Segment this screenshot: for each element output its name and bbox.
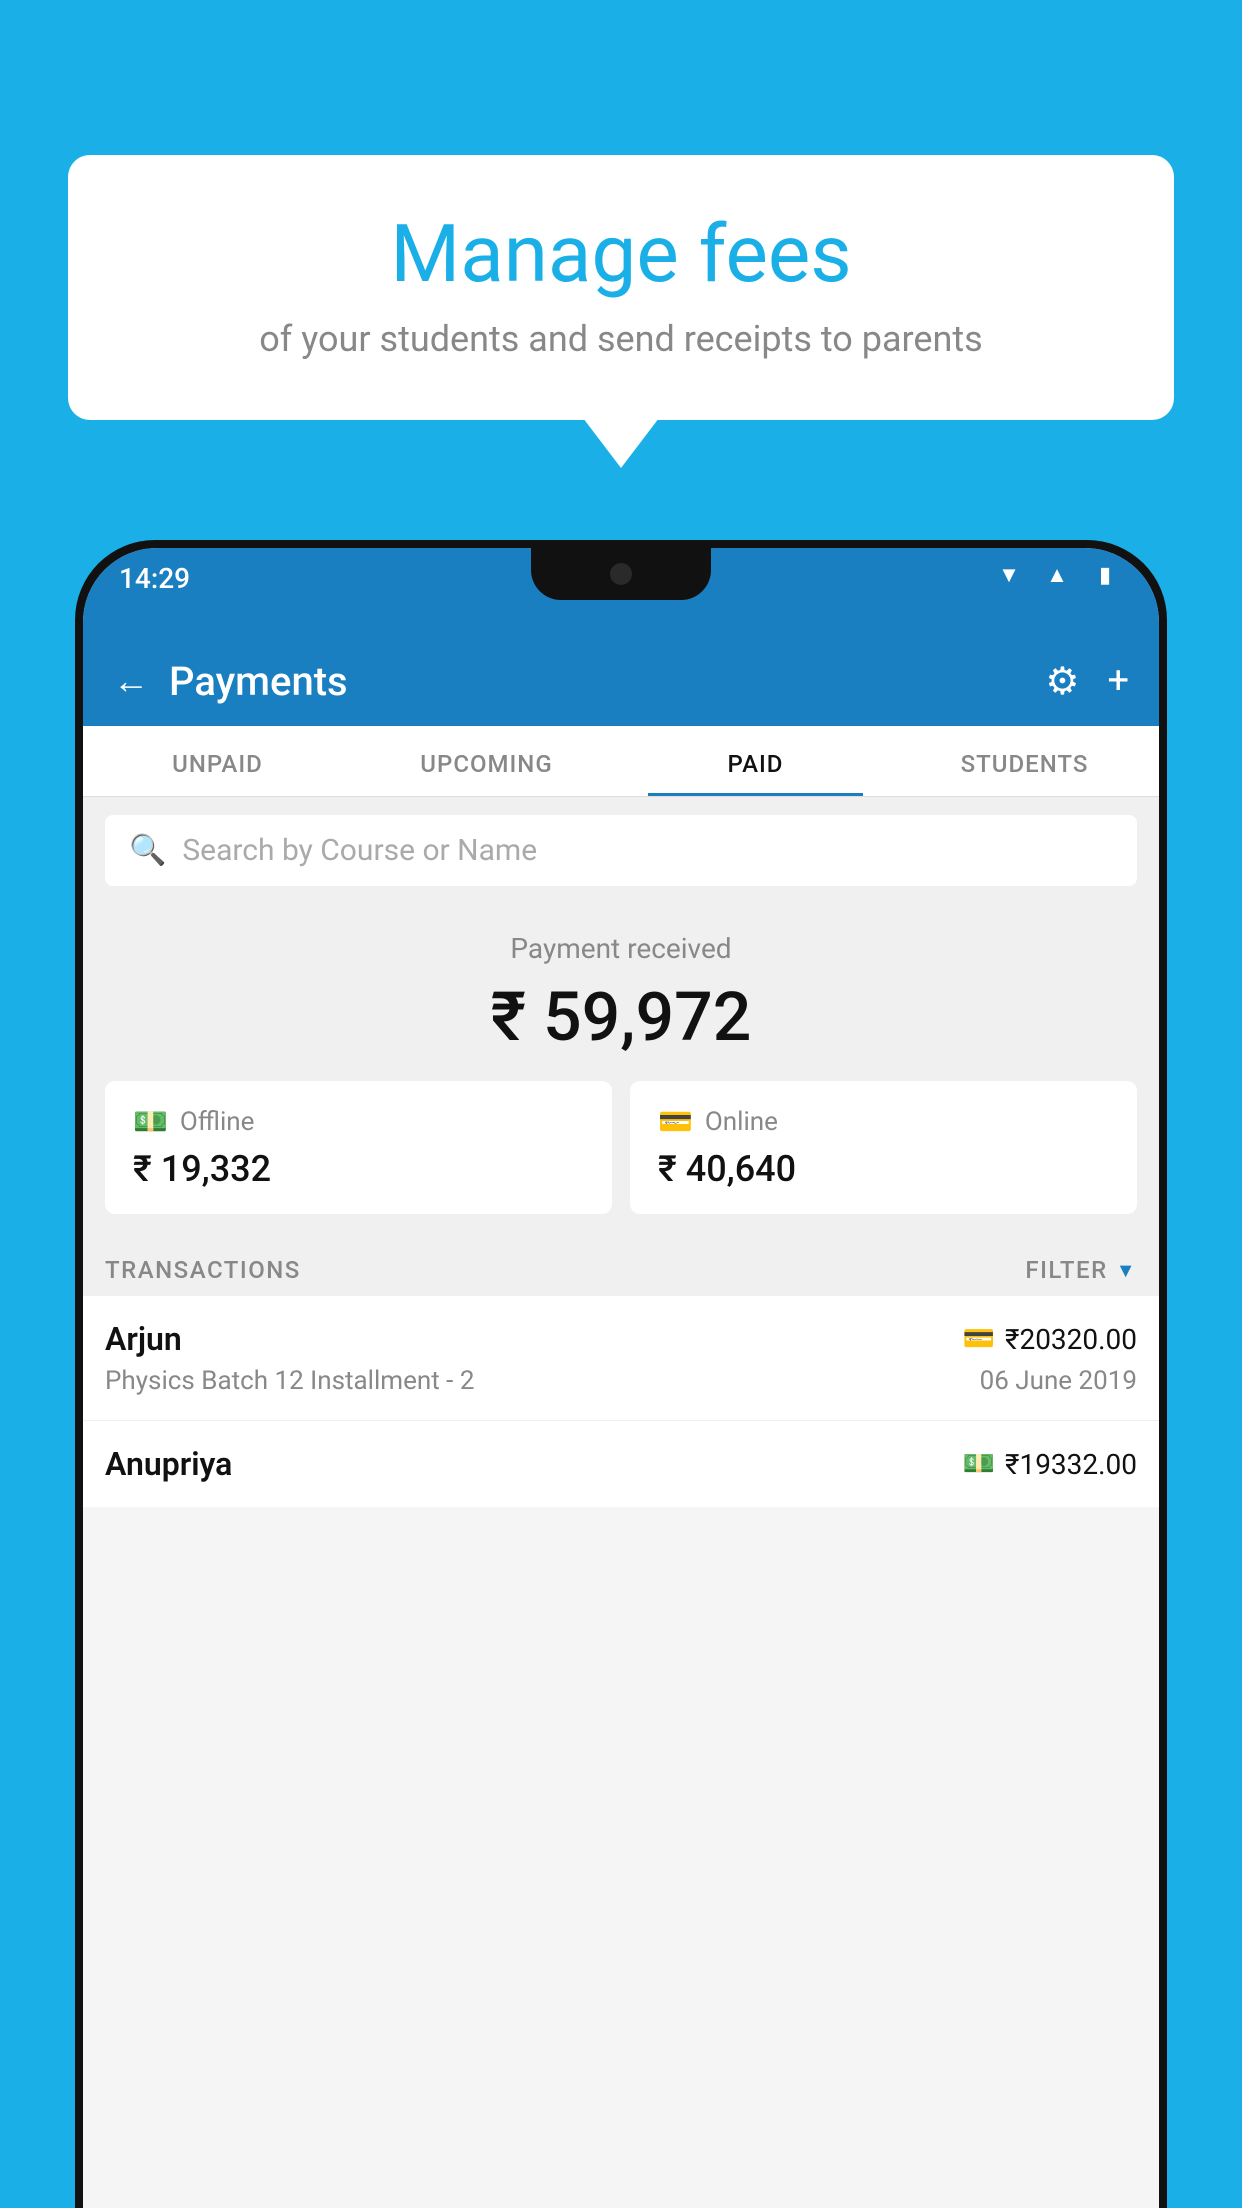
status-bar: 14:29 ▼ ▲ ▮ — [83, 548, 1159, 636]
signal-icon: ▲ — [1039, 564, 1075, 586]
phone-screen: 14:29 ▼ ▲ ▮ ← Payments ⚙ + — [83, 548, 1159, 2208]
page-title: Payments — [169, 658, 1045, 705]
online-payment-icon: 💳 — [658, 1105, 693, 1138]
payment-summary: Payment received ₹ 59,972 — [83, 904, 1159, 1081]
wifi-icon: ▼ — [991, 564, 1027, 586]
payment-type-icon-2: 💵 — [963, 1449, 995, 1479]
status-time: 14:29 — [119, 562, 190, 595]
tab-paid[interactable]: PAID — [621, 726, 890, 796]
filter-label: FILTER — [1025, 1256, 1107, 1284]
offline-card-header: 💵 Offline — [133, 1105, 584, 1138]
bubble-subtitle: of your students and send receipts to pa… — [128, 318, 1114, 360]
transaction-amount-2: ₹19332.00 — [1005, 1448, 1137, 1481]
payment-cards: 💵 Offline ₹ 19,332 💳 Online ₹ 40,640 — [83, 1081, 1159, 1238]
phone-inner: 14:29 ▼ ▲ ▮ ← Payments ⚙ + — [83, 548, 1159, 2208]
offline-card: 💵 Offline ₹ 19,332 — [105, 1081, 612, 1214]
transaction-date: 06 June 2019 — [980, 1366, 1137, 1396]
transaction-amount-wrap: 💳 ₹20320.00 — [963, 1323, 1137, 1356]
battery-icon: ▮ — [1087, 564, 1123, 586]
speech-bubble-container: Manage fees of your students and send re… — [68, 155, 1174, 420]
search-icon: 🔍 — [129, 833, 166, 868]
notch-cutout — [531, 548, 711, 600]
transaction-top-row: Arjun 💳 ₹20320.00 — [105, 1320, 1137, 1358]
online-label: Online — [705, 1107, 778, 1137]
transaction-top-row-2: Anupriya 💵 ₹19332.00 — [105, 1445, 1137, 1483]
offline-amount: ₹ 19,332 — [133, 1148, 584, 1190]
settings-icon[interactable]: ⚙ — [1045, 659, 1079, 704]
transaction-name: Arjun — [105, 1320, 182, 1358]
tab-students[interactable]: STUDENTS — [890, 726, 1159, 796]
camera-dot — [610, 563, 632, 585]
transactions-label: TRANSACTIONS — [105, 1256, 301, 1284]
payment-total-amount: ₹ 59,972 — [83, 977, 1159, 1057]
speech-bubble: Manage fees of your students and send re… — [68, 155, 1174, 420]
transaction-name-2: Anupriya — [105, 1445, 232, 1483]
transactions-header: TRANSACTIONS FILTER ▼ — [83, 1238, 1159, 1296]
offline-label: Offline — [180, 1107, 255, 1137]
header-actions: ⚙ + — [1045, 659, 1129, 704]
back-button[interactable]: ← — [113, 660, 149, 702]
filter-button[interactable]: FILTER ▼ — [1025, 1256, 1137, 1284]
transaction-amount: ₹20320.00 — [1005, 1323, 1137, 1356]
add-icon[interactable]: + — [1107, 659, 1129, 703]
tab-upcoming[interactable]: UPCOMING — [352, 726, 621, 796]
status-icons: ▼ ▲ ▮ — [991, 564, 1123, 586]
tab-unpaid[interactable]: UNPAID — [83, 726, 352, 796]
search-box[interactable]: 🔍 Search by Course or Name — [105, 815, 1137, 886]
payment-type-icon: 💳 — [963, 1324, 995, 1354]
bubble-title: Manage fees — [128, 210, 1114, 298]
online-card-header: 💳 Online — [658, 1105, 1109, 1138]
search-input[interactable]: Search by Course or Name — [182, 833, 537, 868]
transactions-list: Arjun 💳 ₹20320.00 Physics Batch 12 Insta… — [83, 1296, 1159, 1507]
online-amount: ₹ 40,640 — [658, 1148, 1109, 1190]
transaction-course: Physics Batch 12 Installment - 2 — [105, 1366, 474, 1396]
search-container: 🔍 Search by Course or Name — [83, 797, 1159, 904]
table-row[interactable]: Arjun 💳 ₹20320.00 Physics Batch 12 Insta… — [83, 1296, 1159, 1421]
offline-payment-icon: 💵 — [133, 1105, 168, 1138]
tabs-bar: UNPAID UPCOMING PAID STUDENTS — [83, 726, 1159, 797]
table-row[interactable]: Anupriya 💵 ₹19332.00 — [83, 1421, 1159, 1507]
online-card: 💳 Online ₹ 40,640 — [630, 1081, 1137, 1214]
transaction-amount-wrap-2: 💵 ₹19332.00 — [963, 1448, 1137, 1481]
phone-frame: 14:29 ▼ ▲ ▮ ← Payments ⚙ + — [75, 540, 1167, 2208]
payment-received-label: Payment received — [83, 932, 1159, 965]
app-header: ← Payments ⚙ + — [83, 636, 1159, 726]
transaction-bottom-row: Physics Batch 12 Installment - 2 06 June… — [105, 1366, 1137, 1396]
filter-icon: ▼ — [1116, 1258, 1137, 1283]
